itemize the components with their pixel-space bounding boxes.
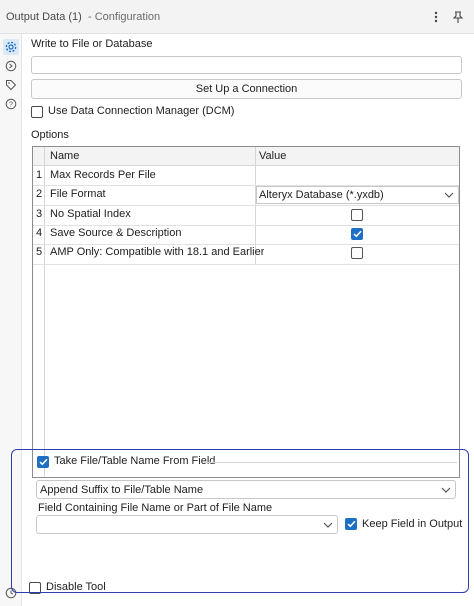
grid-header: Name Value (33, 147, 459, 166)
highlight-frame (11, 449, 469, 593)
panel-title: Output Data (1) (6, 11, 82, 23)
row-divider (33, 244, 459, 245)
option-name-file-format: File Format (50, 188, 106, 200)
chevron-down-icon (444, 192, 454, 198)
panel-subtitle: - Configuration (88, 11, 161, 23)
gear-icon[interactable] (3, 39, 19, 55)
amp-only-checkbox[interactable] (351, 247, 363, 259)
svg-text:?: ? (9, 102, 13, 109)
options-label: Options (31, 129, 69, 141)
max-records-input[interactable] (256, 166, 459, 185)
column-header-name: Name (50, 150, 80, 162)
option-name-no-spatial-index: No Spatial Index (50, 208, 131, 220)
tag-icon[interactable] (3, 77, 19, 93)
option-name-amp-only: AMP Only: Compatible with 18.1 and Earli… (50, 246, 265, 258)
option-name-save-source: Save Source & Description (50, 227, 182, 239)
row-divider (33, 205, 459, 206)
more-vertical-icon[interactable] (428, 8, 444, 26)
help-icon[interactable]: ? (3, 96, 19, 112)
row-number: 3 (36, 208, 43, 220)
no-spatial-index-checkbox[interactable] (351, 209, 363, 221)
option-name-max-records: Max Records Per File (50, 169, 156, 181)
options-grid: Name Value 1 Max Records Per File 2 File… (32, 146, 460, 478)
save-source-checkbox[interactable] (351, 228, 363, 240)
title-bar: Output Data (1) - Configuration (0, 0, 474, 34)
checkmark-icon (352, 230, 362, 238)
write-to-field[interactable] (31, 56, 462, 74)
write-to-label: Write to File or Database (31, 38, 153, 50)
row-divider (33, 225, 459, 226)
row-number: 1 (36, 169, 43, 181)
row-number: 2 (36, 188, 43, 200)
file-format-dropdown[interactable]: Alteryx Database (*.yxdb) (256, 186, 459, 204)
pin-icon[interactable] (450, 8, 466, 26)
dcm-label: Use Data Connection Manager (DCM) (48, 105, 235, 117)
dcm-checkbox[interactable] (31, 106, 43, 118)
row-number: 5 (36, 246, 43, 258)
arrow-circle-icon[interactable] (3, 58, 19, 74)
set-up-connection-button[interactable]: Set Up a Connection (31, 79, 462, 99)
column-header-value: Value (259, 150, 287, 162)
row-number: 4 (36, 227, 43, 239)
row-divider (33, 264, 459, 265)
